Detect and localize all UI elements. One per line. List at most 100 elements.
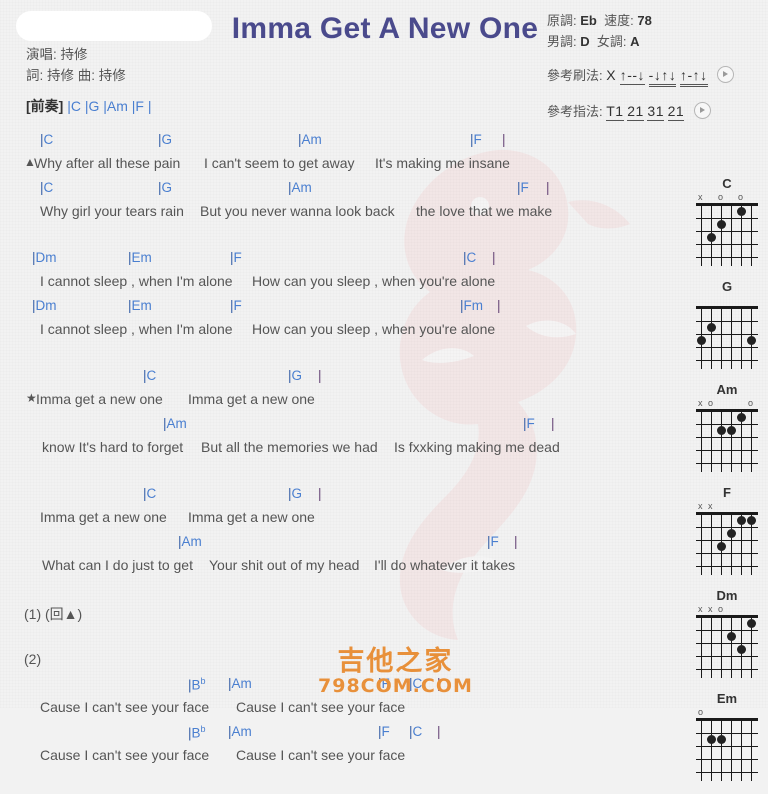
original-key-value: Eb bbox=[580, 13, 597, 28]
sheet-block-chorus-2: |C |G | Imma get a new one Imma get a new on… bbox=[0, 486, 690, 582]
finger-dot bbox=[717, 735, 726, 744]
chord-bar: | bbox=[32, 250, 36, 265]
intro-line: [前奏] |C |G |Am |F | bbox=[26, 96, 152, 116]
redacted-logo-area bbox=[16, 11, 212, 41]
chord-symbol: |Em bbox=[128, 298, 152, 313]
lyric-phrase: I cannot sleep , when I'm alone bbox=[40, 273, 233, 289]
chord-bar: | bbox=[523, 416, 527, 431]
chord-row: |Dm |Em |F |Fm | bbox=[0, 298, 690, 321]
chord-bar: | bbox=[288, 486, 292, 501]
string-line bbox=[751, 203, 752, 266]
measure-bar: | bbox=[318, 368, 322, 383]
chord-symbol: |Bb bbox=[188, 724, 206, 741]
intro-tag: [前奏] bbox=[26, 98, 64, 114]
chord-symbol: |Am bbox=[163, 416, 187, 431]
string-line bbox=[731, 718, 732, 781]
chord-bar: | bbox=[178, 534, 182, 549]
string-line bbox=[731, 512, 732, 575]
nut-line bbox=[696, 718, 758, 721]
finger-dot bbox=[717, 426, 726, 435]
chord-bar: | bbox=[463, 250, 467, 265]
string-line bbox=[731, 615, 732, 678]
chord-symbol: |F bbox=[487, 534, 499, 549]
lyric-phrase: What can I do just to get bbox=[42, 557, 193, 573]
fingerstyle-play-button[interactable] bbox=[693, 102, 711, 119]
fingerstyle-group-1: T1 bbox=[606, 103, 624, 121]
string-line bbox=[731, 306, 732, 369]
female-key-label: 女調: bbox=[596, 34, 627, 49]
chord-symbol: |Em bbox=[128, 250, 152, 265]
finger-dot bbox=[697, 336, 706, 345]
chord-diagram-name: Em bbox=[716, 691, 738, 706]
chord-diagram-name: G bbox=[721, 279, 733, 294]
chord-symbol: |G bbox=[288, 368, 303, 383]
measure-bar: | bbox=[546, 180, 550, 195]
strum-pattern-row: 參考刷法: X ↑--↓ -↓↑↓ ↑-↑↓ bbox=[547, 63, 735, 88]
string-line bbox=[741, 306, 742, 369]
finger-dot bbox=[747, 516, 756, 525]
open-string-icon: o bbox=[718, 192, 724, 202]
string-line bbox=[721, 718, 722, 781]
chord-bar: | bbox=[158, 180, 162, 195]
string-line bbox=[701, 512, 702, 575]
chord-symbol: |C bbox=[409, 724, 423, 739]
chord-symbol: |F bbox=[517, 180, 529, 195]
chord-bar: | bbox=[228, 676, 232, 691]
strum-group-1: ↑--↓ bbox=[619, 67, 646, 85]
repeat-section-2-label: (2) bbox=[24, 651, 42, 667]
chord-symbol: |C bbox=[143, 368, 157, 383]
strum-play-button[interactable] bbox=[717, 66, 735, 83]
fret-line bbox=[696, 257, 758, 258]
chord-bar: | bbox=[470, 132, 474, 147]
lyric-row: Why girl your tears rain But you never wa… bbox=[0, 203, 690, 228]
string-line bbox=[751, 718, 752, 781]
fret-line bbox=[696, 630, 758, 631]
muted-string-icon: x bbox=[698, 604, 703, 614]
chord-symbol: |G bbox=[288, 486, 303, 501]
chord-symbol: |G bbox=[158, 132, 173, 147]
chord-bar: | bbox=[230, 298, 234, 313]
lyric-phrase: know It's hard to forget bbox=[42, 439, 184, 455]
repeat-section-1: (1) (回▲) bbox=[0, 604, 690, 629]
chord-symbol: |F bbox=[470, 132, 482, 147]
chord-bar: | bbox=[298, 132, 302, 147]
finger-dot bbox=[737, 207, 746, 216]
fretboard-grid bbox=[696, 409, 758, 472]
chord-bar: | bbox=[228, 724, 232, 739]
chord-symbol: |Am bbox=[228, 676, 252, 691]
chord-diagram-column: Cx o o G Am x o o Fx x Dm x x o Em o bbox=[686, 176, 768, 794]
measure-bar: | bbox=[551, 416, 555, 431]
string-line bbox=[731, 203, 732, 266]
credits-line: 詞: 持修 曲: 持修 bbox=[26, 68, 126, 83]
open-string-icon: o bbox=[708, 398, 714, 408]
fret-line bbox=[696, 656, 758, 657]
chord-bar: | bbox=[188, 725, 192, 741]
string-line bbox=[731, 409, 732, 472]
finger-dot bbox=[717, 220, 726, 229]
lyric-row: Cause I can't see your face Cause I can't… bbox=[0, 747, 690, 772]
original-key-row: 原調: Eb 速度: 78 bbox=[547, 10, 734, 31]
chord-symbol: |C bbox=[463, 250, 477, 265]
string-line bbox=[711, 718, 712, 781]
chord-diagram-name: Dm bbox=[716, 588, 738, 603]
fretboard-grid bbox=[696, 718, 758, 781]
lyric-phrase: But you never wanna look back bbox=[200, 203, 395, 219]
lyric-phrase: Imma get a new one bbox=[40, 509, 167, 525]
lyric-phrase: Imma get a new one bbox=[188, 509, 315, 525]
open-mute-markers bbox=[686, 295, 768, 306]
chord-bar: | bbox=[460, 298, 464, 313]
lyric-row: ★ Imma get a new one Imma get a new one bbox=[0, 391, 690, 416]
string-line bbox=[711, 615, 712, 678]
chord-row: |C |G |Am |F | bbox=[0, 132, 690, 155]
chord-diagram-f: Fxx bbox=[686, 485, 768, 575]
original-key-label: 原調: bbox=[547, 13, 577, 28]
watermark-line-2: 798COM.COM bbox=[318, 675, 473, 697]
fingerstyle-group-4: 21 bbox=[667, 103, 685, 121]
chord-symbol: |Bb bbox=[188, 676, 206, 693]
fret-line bbox=[696, 553, 758, 554]
male-key-label: 男調: bbox=[547, 34, 577, 49]
fingerstyle-group-3: 31 bbox=[647, 103, 664, 121]
